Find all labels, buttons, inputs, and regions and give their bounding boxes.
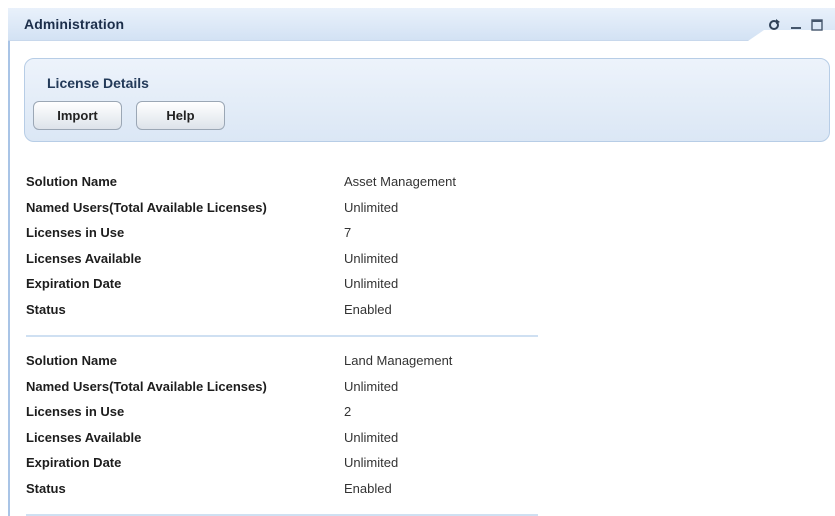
window-left-border: [8, 8, 10, 516]
window-title: Administration: [24, 16, 125, 32]
licenses-available-label: Licenses Available: [26, 429, 142, 445]
licenses-in-use-row: Licenses in Use 2: [26, 404, 538, 430]
status-value: Enabled: [344, 480, 392, 496]
solution-name-value: Asset Management: [344, 174, 457, 189]
status-label: Status: [26, 301, 66, 317]
license-block-asset-management: Solution Name Asset Management Named Use…: [26, 174, 538, 328]
window-titlebar: Administration: [8, 8, 835, 41]
named-users-value: Unlimited: [344, 199, 399, 215]
named-users-label: Named Users(Total Available Licenses): [26, 199, 267, 215]
status-value: Enabled: [344, 301, 392, 317]
solution-name-row: Solution Name Asset Management: [26, 174, 538, 200]
expiration-date-label: Expiration Date: [26, 276, 122, 292]
licenses-available-value: Unlimited: [344, 250, 399, 266]
licenses-available-label: Licenses Available: [26, 250, 142, 266]
license-block-land-management: Solution Name Land Management Named User…: [26, 353, 538, 507]
status-row: Status Enabled: [26, 302, 538, 328]
titlebar-notch: [748, 30, 835, 41]
licenses-available-row: Licenses Available Unlimited: [26, 430, 538, 456]
solution-name-label: Solution Name: [26, 353, 118, 368]
licenses-in-use-value: 2: [344, 404, 352, 420]
licenses-in-use-label: Licenses in Use: [26, 404, 125, 420]
expiration-date-label: Expiration Date: [26, 455, 122, 471]
expiration-date-value: Unlimited: [344, 455, 399, 471]
maximize-icon[interactable]: [811, 19, 823, 31]
license-details-panel: License Details Import Help: [24, 58, 830, 142]
expiration-date-value: Unlimited: [344, 276, 399, 292]
licenses-in-use-label: Licenses in Use: [26, 225, 125, 241]
named-users-row: Named Users(Total Available Licenses) Un…: [26, 379, 538, 405]
licenses-in-use-value: 7: [344, 225, 352, 241]
status-label: Status: [26, 480, 66, 496]
expiration-date-row: Expiration Date Unlimited: [26, 276, 538, 302]
help-button[interactable]: Help: [136, 101, 225, 130]
solution-name-row: Solution Name Land Management: [26, 353, 538, 379]
solution-name-label: Solution Name: [26, 174, 118, 189]
named-users-row: Named Users(Total Available Licenses) Un…: [26, 200, 538, 226]
named-users-value: Unlimited: [344, 378, 399, 394]
status-row: Status Enabled: [26, 481, 538, 507]
named-users-label: Named Users(Total Available Licenses): [26, 378, 267, 394]
section-divider: [26, 335, 538, 337]
refresh-icon[interactable]: [768, 19, 780, 31]
panel-title: License Details: [47, 75, 149, 91]
administration-window: Administration License Details Import He…: [0, 0, 835, 516]
solution-name-value: Land Management: [344, 353, 453, 368]
minimize-icon[interactable]: [790, 19, 802, 31]
licenses-available-value: Unlimited: [344, 429, 399, 445]
import-button[interactable]: Import: [33, 101, 122, 130]
licenses-in-use-row: Licenses in Use 7: [26, 225, 538, 251]
expiration-date-row: Expiration Date Unlimited: [26, 455, 538, 481]
licenses-available-row: Licenses Available Unlimited: [26, 251, 538, 277]
